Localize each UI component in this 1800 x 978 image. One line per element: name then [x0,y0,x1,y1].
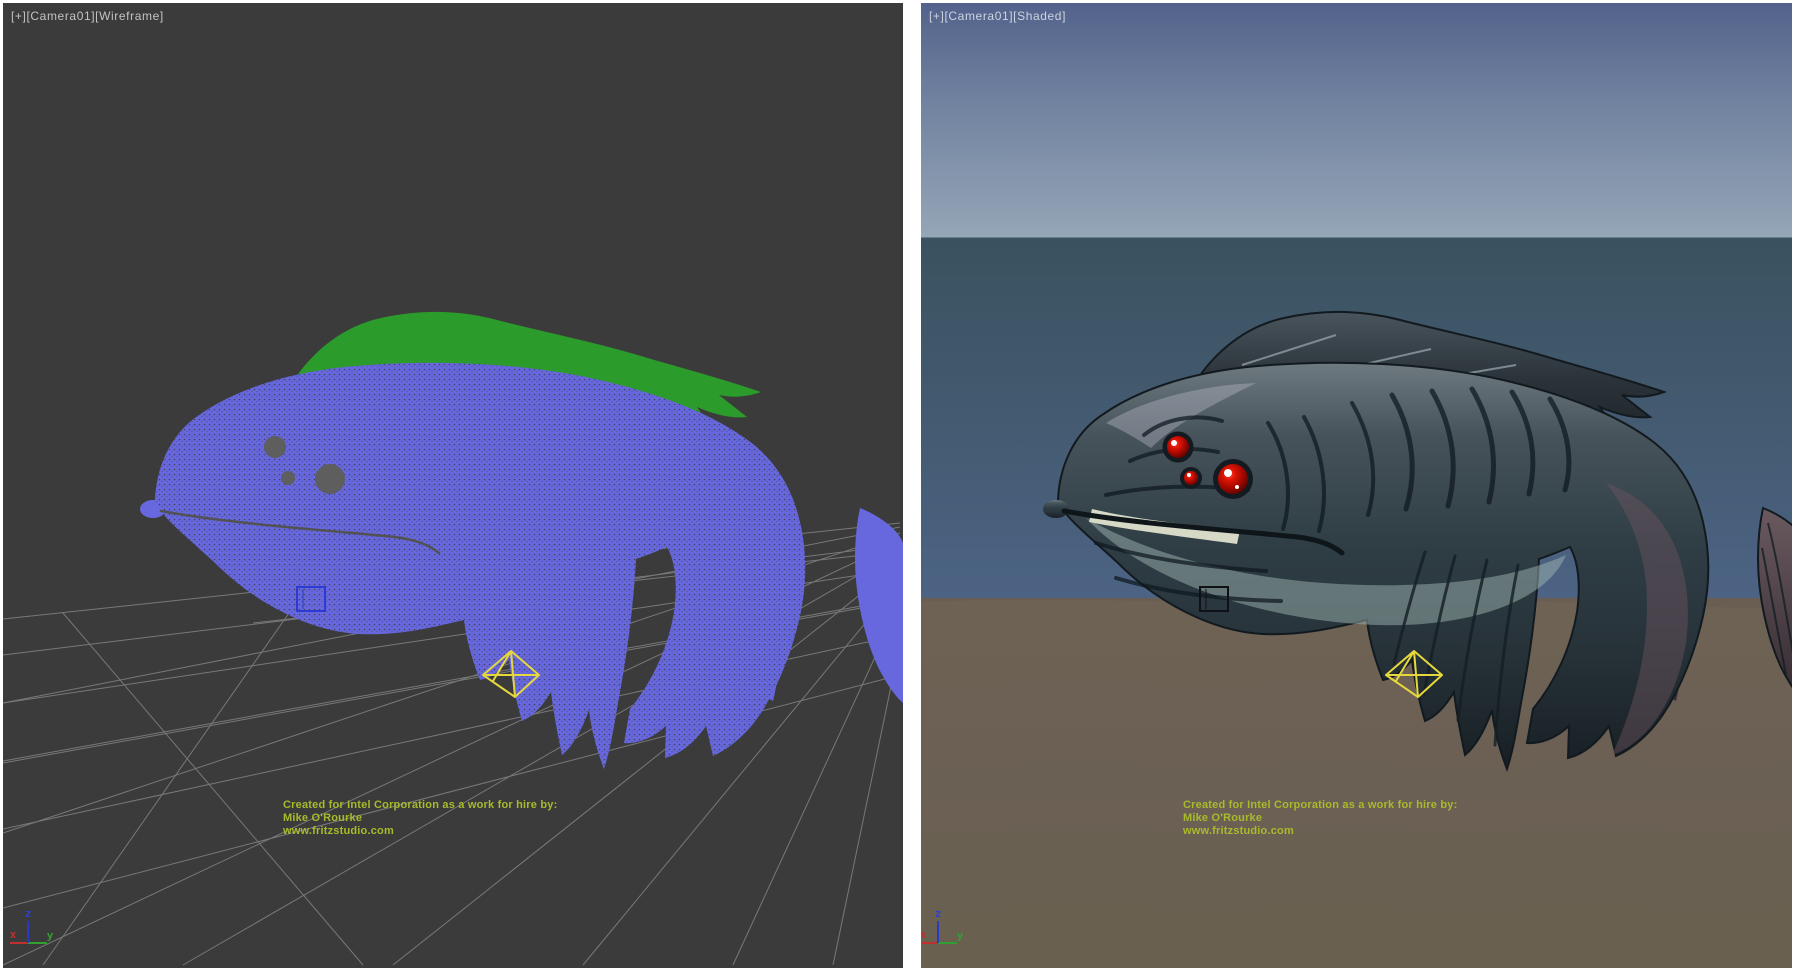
axis-z-label: z [935,907,942,920]
watermark-text: Created for Intel Corporation as a work … [1183,799,1457,838]
watermark-line-1: Created for Intel Corporation as a work … [1183,799,1457,812]
watermark-line-2: Mike O'Rourke [283,812,557,825]
axis-x-label: x [921,928,927,941]
watermark-text: Created for Intel Corporation as a work … [283,799,557,838]
watermark-line-1: Created for Intel Corporation as a work … [283,799,557,812]
viewport-wireframe[interactable]: [+][Camera01][Wireframe] [3,3,903,968]
viewport-label-wireframe[interactable]: [+][Camera01][Wireframe] [11,9,164,23]
viewport-shaded[interactable]: [+][Camera01][Shaded] x y z Created for … [921,3,1792,968]
axis-x-label: x [10,928,17,941]
world-axis-tripod: x y z [10,907,54,943]
axis-y-label: y [957,929,964,942]
viewport-label-shaded[interactable]: [+][Camera01][Shaded] [929,9,1066,23]
axis-y-label: y [47,929,54,942]
dual-viewport-canvas: [+][Camera01][Wireframe] [0,0,1800,978]
watermark-line-3: www.fritzstudio.com [283,825,557,838]
watermark-line-3: www.fritzstudio.com [1183,825,1457,838]
fish-creature-model[interactable] [140,312,903,769]
axis-z-label: z [25,907,32,920]
watermark-line-2: Mike O'Rourke [1183,812,1457,825]
